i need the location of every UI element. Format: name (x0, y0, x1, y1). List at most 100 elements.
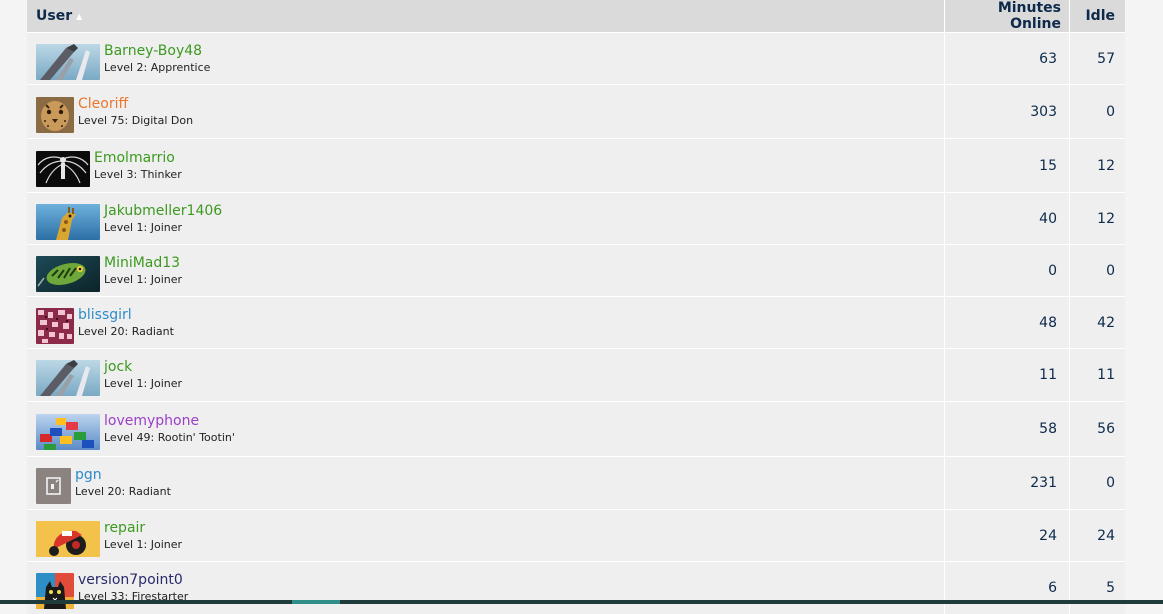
winged-figure-avatar-icon[interactable] (36, 150, 90, 187)
minutes-online-cell: 231 (944, 456, 1070, 510)
user-cell: blissgirl Level 20: Radiant (27, 296, 945, 349)
user-text: Jakubmeller1406 Level 1: Joiner (104, 202, 222, 235)
user-cell: pgn Level 20: Radiant (27, 456, 945, 510)
idle-cell: 56 (1069, 401, 1125, 457)
table-row: jock Level 1: Joiner 11 11 (27, 348, 1125, 402)
table-row: Cleoriff Level 75: Digital Don 303 0 (27, 84, 1125, 139)
user-text: repair Level 1: Joiner (104, 519, 182, 552)
user-level: Level 20: Radiant (78, 324, 174, 338)
idle-cell: 11 (1069, 348, 1125, 402)
username-link[interactable]: pgn (75, 466, 171, 484)
bottom-bar-highlight (292, 600, 340, 604)
user-cell: repair Level 1: Joiner (27, 509, 945, 562)
red-robot-avatar-icon[interactable] (36, 520, 100, 557)
minutes-online-cell: 11 (944, 348, 1070, 402)
username-link[interactable]: Jakubmeller1406 (104, 202, 222, 220)
username-link[interactable]: jock (104, 358, 182, 376)
pen-knife-avatar-icon[interactable] (36, 43, 100, 80)
idle-cell: 0 (1069, 456, 1125, 510)
minutes-online-cell: 6 (944, 561, 1070, 614)
user-level: Level 1: Joiner (104, 537, 183, 551)
cheetah-avatar-icon[interactable] (36, 96, 74, 133)
sort-ascending-icon[interactable]: ▲ (76, 12, 82, 21)
user-info: blissgirl Level 20: Radiant (36, 306, 936, 344)
minutes-online-cell: 63 (944, 32, 1070, 85)
pink-pattern-avatar-icon[interactable] (36, 307, 74, 344)
table-row: MiniMad13 Level 1: Joiner 0 0 (27, 244, 1125, 297)
phone-placeholder-avatar-icon[interactable] (36, 468, 71, 504)
username-link[interactable]: MiniMad13 (104, 254, 182, 272)
user-level: Level 1: Joiner (104, 220, 183, 234)
user-cell: MiniMad13 Level 1: Joiner (27, 244, 945, 297)
idle-cell: 12 (1069, 192, 1125, 245)
username-link[interactable]: version7point0 (78, 571, 188, 589)
user-text: MiniMad13 Level 1: Joiner (104, 254, 182, 287)
username-link[interactable]: Cleoriff (78, 95, 193, 113)
user-text: version7point0 Level 33: Firestarter (78, 571, 188, 604)
user-text: Barney-Boy48 Level 2: Apprentice (104, 42, 210, 75)
user-cell: Jakubmeller1406 Level 1: Joiner (27, 192, 945, 245)
username-link[interactable]: Emolmarrio (94, 149, 182, 167)
giraffe-avatar-icon[interactable] (36, 203, 100, 240)
users-online-table: User ▲ Minutes Online Idle Barney-Boy48 Le… (27, 0, 1125, 614)
user-info: Emolmarrio Level 3: Thinker (36, 149, 936, 187)
username-link[interactable]: lovemyphone (104, 412, 235, 430)
fishing-lure-avatar-icon[interactable] (36, 255, 100, 292)
user-text: Cleoriff Level 75: Digital Don (78, 95, 193, 128)
user-level: Level 49: Rootin' Tootin' (104, 431, 235, 444)
user-info: Barney-Boy48 Level 2: Apprentice (36, 42, 936, 80)
user-text: jock Level 1: Joiner (104, 358, 182, 391)
user-cell: Emolmarrio Level 3: Thinker (27, 138, 945, 193)
user-text: Emolmarrio Level 3: Thinker (94, 149, 182, 182)
minutes-online-cell: 40 (944, 192, 1070, 245)
minutes-online-cell: 58 (944, 401, 1070, 457)
table-row: blissgirl Level 20: Radiant 48 42 (27, 296, 1125, 349)
user-text: blissgirl Level 20: Radiant (78, 306, 174, 339)
table-row: Jakubmeller1406 Level 1: Joiner 40 12 (27, 192, 1125, 245)
user-text: pgn Level 20: Radiant (75, 466, 171, 499)
minutes-online-cell: 48 (944, 296, 1070, 349)
user-cell: Barney-Boy48 Level 2: Apprentice (27, 32, 945, 85)
bottom-bar (0, 600, 1163, 604)
table-row: lovemyphone Level 49: Rootin' Tootin' 58 56 (27, 401, 1125, 457)
user-info: Cleoriff Level 75: Digital Don (36, 95, 936, 133)
idle-cell: 12 (1069, 138, 1125, 193)
username-link[interactable]: repair (104, 519, 182, 537)
column-header-minutes-online[interactable]: Minutes Online (944, 0, 1070, 33)
table-header-row: User ▲ Minutes Online Idle (27, 0, 1125, 33)
user-info: pgn Level 20: Radiant (36, 466, 936, 504)
user-cell: lovemyphone Level 49: Rootin' Tootin' (27, 401, 945, 457)
table-row: pgn Level 20: Radiant 231 0 (27, 456, 1125, 510)
pen-knife-avatar-icon[interactable] (36, 360, 100, 396)
idle-cell: 0 (1069, 84, 1125, 139)
user-level: Level 1: Joiner (104, 272, 183, 286)
idle-cell: 42 (1069, 296, 1125, 349)
minutes-online-cell: 24 (944, 509, 1070, 562)
username-link[interactable]: blissgirl (78, 306, 174, 324)
user-level: Level 2: Apprentice (104, 60, 211, 74)
user-cell: version7point0 Level 33: Firestarter (27, 561, 945, 614)
user-text: lovemyphone Level 49: Rootin' Tootin' (104, 412, 235, 445)
idle-cell: 57 (1069, 32, 1125, 85)
user-cell: Cleoriff Level 75: Digital Don (27, 84, 945, 139)
user-level: Level 20: Radiant (75, 485, 171, 498)
minutes-online-cell: 15 (944, 138, 1070, 193)
table-row: repair Level 1: Joiner 24 24 (27, 509, 1125, 562)
user-level: Level 3: Thinker (94, 167, 182, 181)
idle-cell: 0 (1069, 244, 1125, 297)
user-info: MiniMad13 Level 1: Joiner (36, 254, 936, 292)
minutes-online-cell: 303 (944, 84, 1070, 139)
user-level: Level 75: Digital Don (78, 113, 194, 127)
minutes-online-cell: 0 (944, 244, 1070, 297)
column-header-user[interactable]: User ▲ (27, 0, 945, 33)
idle-cell: 24 (1069, 509, 1125, 562)
lego-bricks-avatar-icon[interactable] (36, 414, 100, 450)
user-info: repair Level 1: Joiner (36, 519, 936, 557)
table-row: Emolmarrio Level 3: Thinker 15 12 (27, 138, 1125, 193)
user-level: Level 1: Joiner (104, 377, 183, 390)
table-row: version7point0 Level 33: Firestarter 6 5 (27, 561, 1125, 614)
user-cell: jock Level 1: Joiner (27, 348, 945, 402)
username-link[interactable]: Barney-Boy48 (104, 42, 210, 60)
column-header-idle[interactable]: Idle (1069, 0, 1125, 33)
user-info: jock Level 1: Joiner (36, 358, 936, 396)
